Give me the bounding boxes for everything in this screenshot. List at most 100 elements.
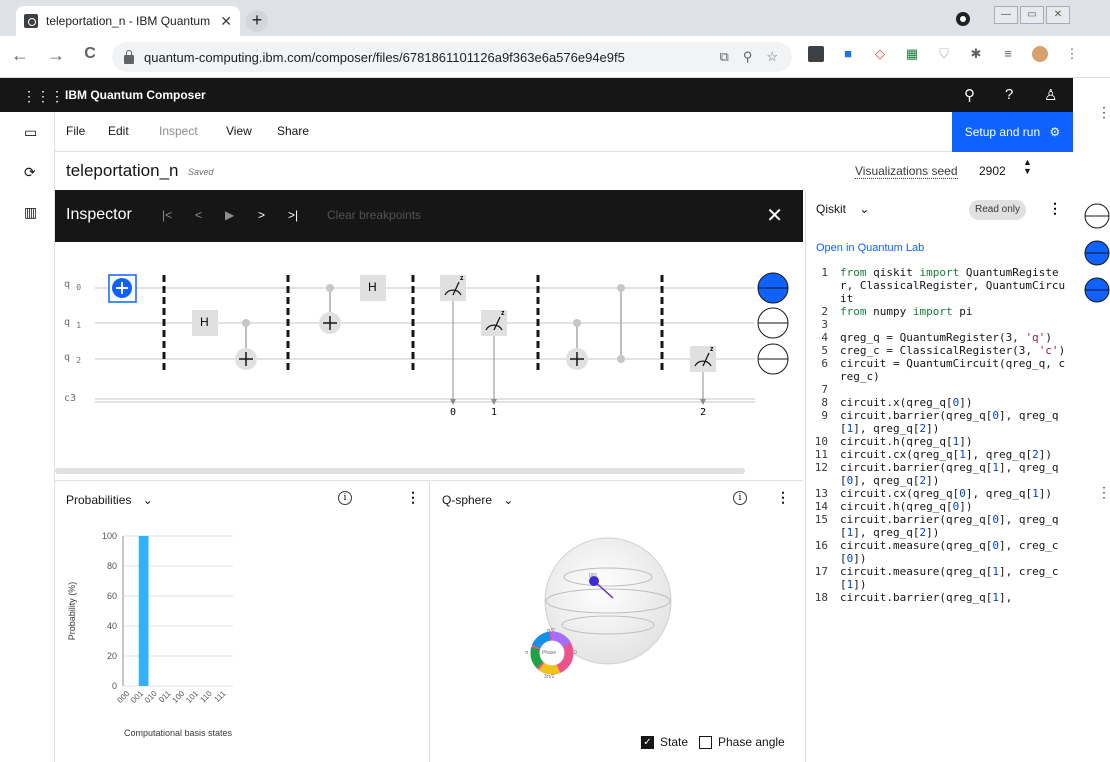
new-tab-button[interactable]: + bbox=[246, 10, 268, 32]
phase-angle-checkbox[interactable]: Phase angle bbox=[699, 735, 785, 749]
h-gate-q0-label[interactable]: H bbox=[368, 280, 377, 294]
reload-icon[interactable]: C bbox=[78, 45, 102, 63]
probabilities-panel: Probabilities ⌄ i ⋮ 0 20 40 60 80 100 000 001 01… bbox=[55, 480, 430, 762]
search-icon[interactable]: ⚲ bbox=[964, 86, 975, 104]
inspector-close-icon[interactable]: ✕ bbox=[766, 203, 783, 228]
clear-breakpoints-button[interactable]: Clear breakpoints bbox=[327, 208, 421, 222]
line-number: 13 bbox=[814, 487, 828, 500]
browser-menu-icon[interactable]: ⋮ bbox=[1064, 46, 1080, 62]
extension-square-icon[interactable] bbox=[808, 46, 824, 62]
user-icon[interactable]: ♙ bbox=[1044, 86, 1057, 104]
play-button[interactable]: ▶ bbox=[225, 208, 234, 222]
browser-address-bar: ← → C quantum-computing.ibm.com/composer… bbox=[0, 36, 1110, 78]
qsphere-dropdown[interactable]: Q-sphere ⌄ bbox=[442, 493, 513, 507]
inspector-bar: Inspector |< < ▶ > >| Clear breakpoints … bbox=[55, 190, 803, 242]
line-number: 17 bbox=[814, 565, 828, 578]
menu-file[interactable]: File bbox=[66, 124, 85, 138]
reading-list-icon[interactable]: ≡ bbox=[1000, 46, 1016, 62]
line-code: from numpy import pi bbox=[840, 305, 973, 318]
step-last-button[interactable]: >| bbox=[288, 208, 298, 222]
circuit-canvas: q 0 q 1 q 2 c3 H H z z z 0 1 2 bbox=[55, 242, 805, 478]
url-text: quantum-computing.ibm.com/composer/files… bbox=[144, 49, 625, 65]
overflow-menu-icon[interactable]: ⋮ bbox=[406, 489, 420, 506]
code-line: 12 circuit.barrier(qreg_q[1], qreg_q[0], … bbox=[806, 461, 1074, 487]
line-code: circuit.h(qreg_q[1]) bbox=[840, 435, 973, 448]
y-tick-label: 40 bbox=[107, 621, 117, 631]
phase-angle-checkbox-label: Phase angle bbox=[718, 735, 785, 749]
info-icon[interactable]: i bbox=[733, 491, 747, 505]
menu-share[interactable]: Share bbox=[277, 124, 309, 138]
line-number: 1 bbox=[821, 266, 828, 279]
tab-close-icon[interactable]: ✕ bbox=[220, 13, 232, 30]
qsphere-visual bbox=[530, 537, 672, 675]
menu-edit[interactable]: Edit bbox=[108, 124, 129, 138]
h-gate-q1-label[interactable]: H bbox=[200, 315, 209, 329]
line-number: 3 bbox=[821, 318, 828, 331]
probabilities-dropdown[interactable]: Probabilities ⌄ bbox=[66, 493, 153, 507]
line-number: 6 bbox=[821, 357, 828, 370]
forward-icon[interactable]: → bbox=[44, 45, 68, 66]
line-number: 9 bbox=[821, 409, 828, 422]
x-tick-label: 100 bbox=[170, 689, 186, 705]
code-editor[interactable]: 1 from qiskit import QuantumRegister, Cla… bbox=[806, 266, 1074, 604]
url-input[interactable]: quantum-computing.ibm.com/composer/files… bbox=[112, 42, 792, 72]
jobs-icon[interactable]: ⟳ bbox=[24, 164, 36, 181]
extension-shield-icon[interactable]: ⛉ bbox=[936, 46, 952, 62]
setup-and-run-button[interactable]: Setup and run ⚙ bbox=[952, 112, 1073, 152]
side-overflow-icon[interactable]: ⋮ bbox=[1097, 484, 1110, 501]
step-back-button[interactable]: < bbox=[195, 208, 202, 222]
extension-blue-icon[interactable]: ■ bbox=[840, 46, 856, 62]
browser-tab-bar: teleportation_n - IBM Quantum ✕ + — ▭ ✕ bbox=[0, 0, 1110, 36]
line-code: circuit.h(qreg_q[0]) bbox=[840, 500, 973, 513]
docs-panel-icon[interactable]: ▥ bbox=[24, 204, 37, 221]
state-checkbox-label: State bbox=[660, 735, 689, 749]
restore-button[interactable]: ▭ bbox=[1020, 6, 1044, 24]
ibm-quantum-favicon-icon bbox=[24, 14, 38, 28]
profile-avatar-icon[interactable] bbox=[1032, 46, 1048, 62]
code-line: 4 qreg_q = QuantumRegister(3, 'q') bbox=[806, 331, 1074, 344]
extensions-puzzle-icon[interactable]: ✱ bbox=[968, 46, 984, 62]
cbit-index-0: 0 bbox=[450, 407, 457, 418]
circuit-horizontal-scrollbar[interactable] bbox=[55, 468, 745, 474]
extension-red-icon[interactable]: ◇ bbox=[872, 46, 888, 62]
translate-icon[interactable]: ⧉ bbox=[720, 49, 729, 65]
menu-inspect[interactable]: Inspect bbox=[159, 124, 198, 138]
code-language-dropdown[interactable]: Qiskit ⌄ bbox=[816, 202, 869, 216]
record-icon[interactable] bbox=[956, 12, 970, 26]
code-line: 16 circuit.measure(qreg_q[0], creg_c[0]) bbox=[806, 539, 1074, 565]
seed-stepper-icon[interactable]: ▲ ▼ bbox=[1023, 158, 1032, 176]
left-rail: ▭ ⟳ ▥ bbox=[0, 112, 55, 762]
line-number: 7 bbox=[821, 383, 828, 396]
close-window-button[interactable]: ✕ bbox=[1046, 6, 1070, 24]
step-first-button[interactable]: |< bbox=[162, 208, 172, 222]
menu-view[interactable]: View bbox=[226, 124, 252, 138]
back-icon[interactable]: ← bbox=[8, 45, 32, 66]
file-name[interactable]: teleportation_n bbox=[66, 161, 178, 181]
step-forward-button[interactable]: > bbox=[258, 208, 265, 222]
code-line: 18 circuit.barrier(qreg_q[1], bbox=[806, 591, 1074, 604]
state-checkbox[interactable]: ✓ State bbox=[641, 735, 688, 749]
zoom-icon[interactable]: ⚲ bbox=[743, 49, 753, 65]
menu-bar: File Edit Inspect View Share Setup and r… bbox=[55, 112, 1073, 152]
open-quantum-lab-link[interactable]: Open in Quantum Lab bbox=[816, 242, 924, 254]
info-icon[interactable]: i bbox=[338, 491, 352, 505]
folder-icon[interactable]: ▭ bbox=[24, 124, 37, 141]
help-icon[interactable]: ? bbox=[1005, 86, 1013, 103]
line-code: circuit.barrier(qreg_q[0], qreg_q[1], qr… bbox=[840, 513, 1059, 539]
probability-chart: 020406080100000001010011100101110111Prob… bbox=[67, 531, 233, 738]
minimize-button[interactable]: — bbox=[994, 6, 1018, 24]
side-overflow-icon[interactable]: ⋮ bbox=[1097, 104, 1110, 121]
visualizations-seed-value[interactable]: 2902 bbox=[979, 164, 1006, 178]
app-switcher-icon[interactable]: ⋮⋮⋮ bbox=[22, 88, 64, 105]
cbit-index-1: 1 bbox=[491, 407, 498, 418]
browser-tab[interactable]: teleportation_n - IBM Quantum ✕ bbox=[16, 6, 240, 36]
chevron-down-icon: ⌄ bbox=[503, 493, 514, 507]
read-only-badge[interactable]: Read only bbox=[969, 200, 1026, 220]
code-overflow-menu-icon[interactable]: ⋮ bbox=[1048, 200, 1062, 217]
right-side-gutter: ⋮ ⋮ bbox=[1073, 78, 1110, 762]
extension-grid-icon[interactable]: ▦ bbox=[904, 46, 920, 62]
bookmark-star-icon[interactable]: ☆ bbox=[766, 49, 778, 65]
line-code: circuit.x(qreg_q[0]) bbox=[840, 396, 973, 409]
overflow-menu-icon[interactable]: ⋮ bbox=[776, 489, 790, 506]
code-line: 6 circuit = QuantumCircuit(qreg_q, creg_c… bbox=[806, 357, 1074, 383]
